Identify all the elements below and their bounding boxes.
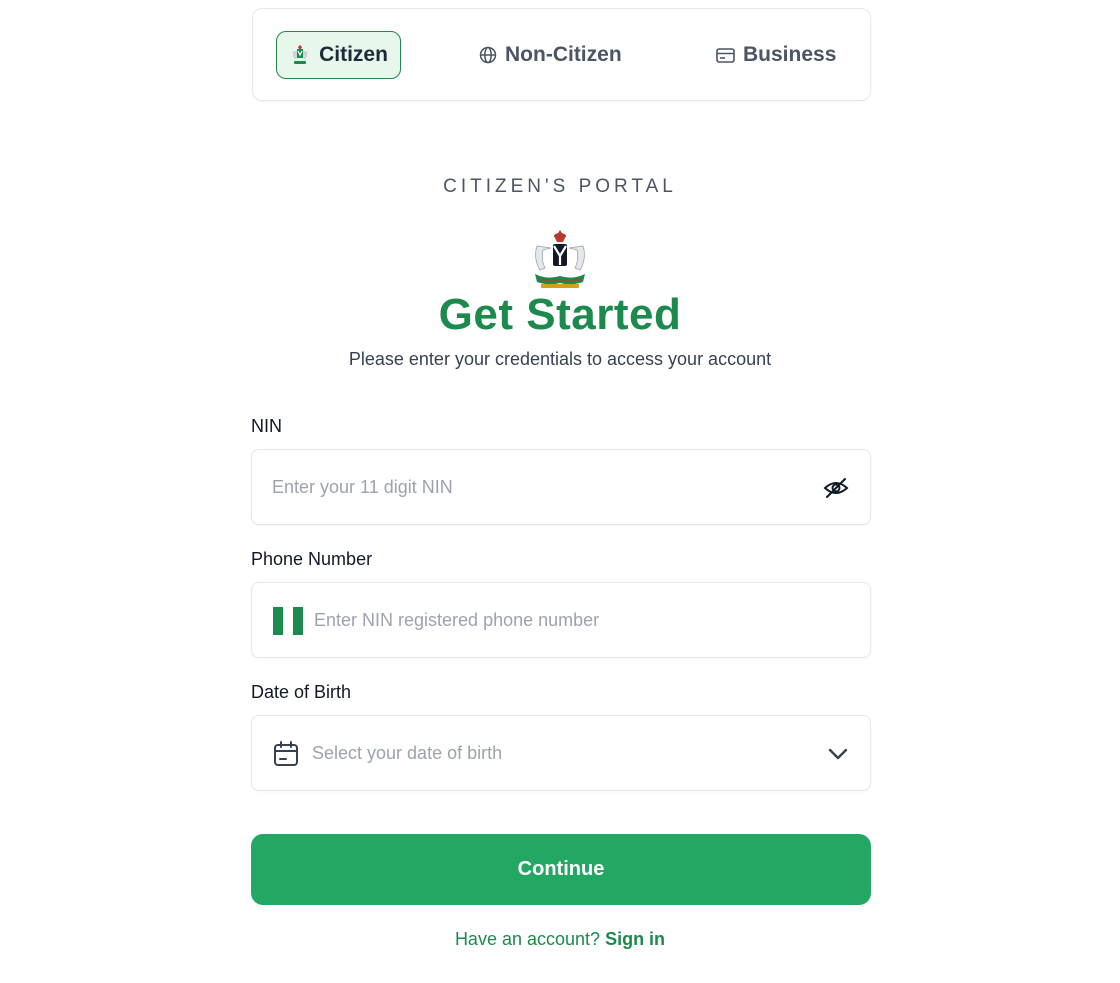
tab-citizen-label: Citizen <box>319 43 388 66</box>
business-card-icon <box>716 47 735 64</box>
coat-of-arms-logo <box>527 228 593 290</box>
nin-input[interactable] <box>272 450 812 524</box>
calendar-icon <box>272 740 300 768</box>
signin-prompt-text: Have an account? <box>454 929 601 949</box>
nin-field-container <box>251 449 871 525</box>
tab-citizen[interactable]: Citizen <box>276 31 401 79</box>
dob-field-container[interactable] <box>251 715 871 791</box>
tab-business[interactable]: Business <box>716 31 836 79</box>
continue-button[interactable]: Continue <box>251 834 871 905</box>
signin-link[interactable]: Sign in <box>605 929 665 949</box>
nin-label: NIN <box>251 416 282 436</box>
portal-title: CITIZEN'S PORTAL <box>443 176 677 197</box>
page-title: Get Started <box>438 290 682 339</box>
nigeria-flag-icon <box>273 607 303 635</box>
page-subtitle: Please enter your credentials to access … <box>348 349 772 369</box>
coat-of-arms-icon <box>289 44 311 66</box>
portal-type-switcher: Citizen Non-Citizen Business <box>252 8 871 101</box>
toggle-visibility-eye-off-icon[interactable] <box>822 474 850 502</box>
dob-label: Date of Birth <box>251 682 352 702</box>
phone-input[interactable] <box>314 583 844 657</box>
citizen-portal-page: Citizen Non-Citizen Business CITIZEN'S P… <box>0 0 1120 983</box>
tab-non-citizen-label: Non-Citizen <box>505 43 622 66</box>
globe-icon <box>479 46 497 64</box>
phone-field-container <box>251 582 871 658</box>
tab-non-citizen[interactable]: Non-Citizen <box>479 31 622 79</box>
chevron-down-icon[interactable] <box>824 740 852 768</box>
tab-business-label: Business <box>743 43 837 66</box>
phone-label: Phone Number <box>251 549 373 569</box>
signin-prompt-line: Have an account? Sign in <box>0 929 1120 950</box>
dob-input[interactable] <box>312 716 792 790</box>
